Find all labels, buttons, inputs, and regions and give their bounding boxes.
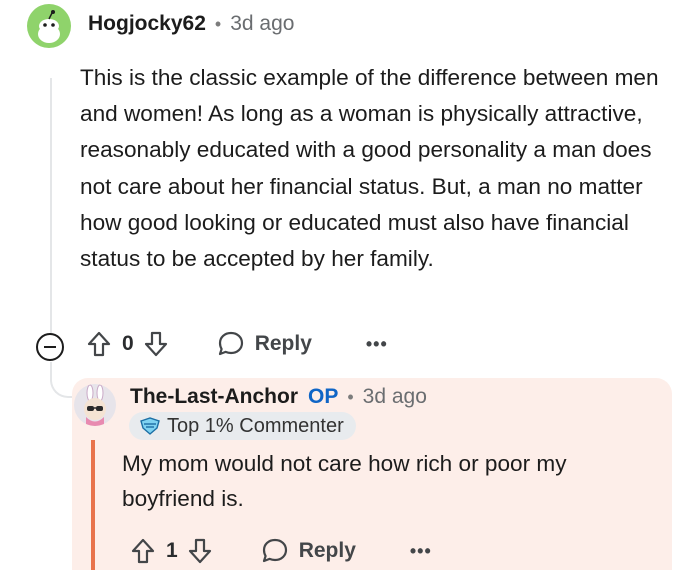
vote-count: 1 <box>166 539 178 562</box>
reply-button[interactable]: Reply <box>217 330 312 358</box>
username[interactable]: The-Last-Anchor <box>130 385 298 409</box>
collapse-icon <box>44 346 56 348</box>
downvote-icon[interactable] <box>187 537 213 565</box>
reply-header: The-Last-Anchor OP • 3d ago <box>130 385 427 409</box>
reply-bubble-icon <box>262 538 287 563</box>
separator: • <box>214 13 222 34</box>
op-badge: OP <box>308 385 339 408</box>
vote-count: 0 <box>122 332 134 355</box>
avatar[interactable] <box>27 4 71 48</box>
reply-label: Reply <box>298 539 356 562</box>
badge-icon <box>140 417 160 435</box>
collapse-button[interactable] <box>36 333 64 361</box>
timestamp[interactable]: 3d ago <box>363 385 427 409</box>
upvote-icon[interactable] <box>86 330 112 358</box>
more-icon[interactable]: ••• <box>410 541 432 562</box>
avatar[interactable] <box>74 384 116 426</box>
downvote-icon[interactable] <box>143 330 169 358</box>
reply-label: Reply <box>254 332 312 355</box>
comment-actions: 0 Reply ••• <box>86 330 388 358</box>
username[interactable]: Hogjocky62 <box>88 12 206 36</box>
badge-label: Top 1% Commenter <box>167 414 344 437</box>
snoo-avatar-icon <box>38 10 60 43</box>
thread-line <box>50 78 52 338</box>
timestamp[interactable]: 3d ago <box>230 12 294 36</box>
reply-button[interactable]: Reply <box>261 537 356 565</box>
bunny-avatar-icon <box>84 384 106 426</box>
comment-body: This is the classic example of the diffe… <box>80 65 659 272</box>
separator: • <box>347 386 354 407</box>
reply-highlight-bar <box>91 440 95 570</box>
reply-bubble-icon <box>218 331 243 356</box>
reply-actions: 1 Reply ••• <box>130 537 432 565</box>
comment-header: Hogjocky62 • 3d ago <box>88 12 294 36</box>
upvote-icon[interactable] <box>130 537 156 565</box>
reply-body: My mom would not care how rich or poor m… <box>122 451 567 511</box>
more-icon[interactable]: ••• <box>366 334 388 355</box>
top-commenter-badge[interactable]: Top 1% Commenter <box>129 412 356 440</box>
